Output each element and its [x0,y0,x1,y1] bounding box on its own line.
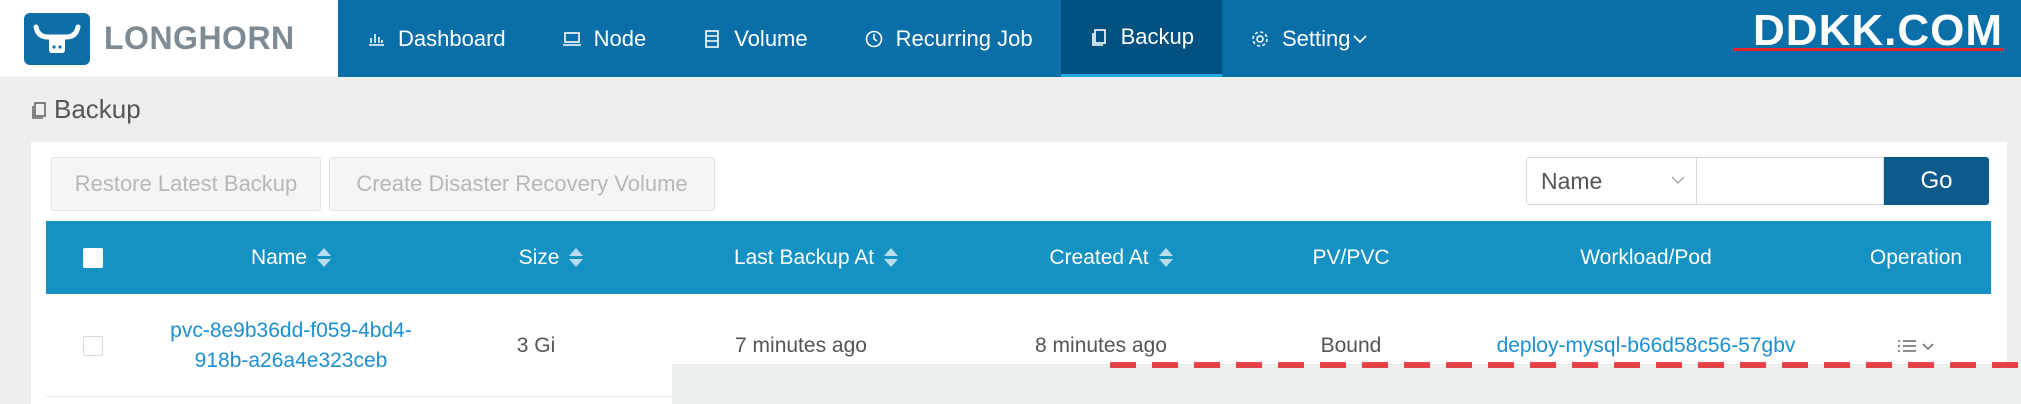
clock-icon [865,30,882,47]
brand[interactable]: LONGHORN [0,0,338,77]
list-menu-icon [1898,339,1916,352]
create-disaster-recovery-volume-button[interactable]: Create Disaster Recovery Volume [329,157,715,211]
nav-label-recurring-job: Recurring Job [895,25,1033,51]
row-checkbox[interactable] [83,336,103,356]
main-nav: Dashboard Node Volume Recurring Job Back… [338,0,1396,77]
nav-item-node[interactable]: Node [534,0,675,77]
chevron-down-icon [1922,342,1934,350]
column-header-last-backup-at[interactable]: Last Backup At [661,221,971,294]
nav-item-volume[interactable]: Volume [674,0,835,77]
copy-icon [1091,29,1106,46]
longhorn-logo-icon [24,12,90,65]
sort-icon [569,248,584,267]
table-header: Name Size Last Backup At Created At PV/P… [46,221,1991,294]
brand-name: LONGHORN [104,20,295,56]
sort-icon [1158,248,1173,267]
chevron-down-icon [1353,34,1368,43]
search-input[interactable] [1696,157,1884,205]
nav-item-backup[interactable]: Backup [1060,0,1222,77]
sort-icon [317,248,332,267]
nav-item-dashboard[interactable]: Dashboard [338,0,534,77]
sort-icon [884,248,899,267]
select-all-checkbox[interactable] [83,248,103,268]
bar-chart-icon [369,33,384,46]
filter-select[interactable]: Name [1526,157,1696,205]
top-navbar: LONGHORN Dashboard Node Volume Recurring… [0,0,2021,77]
watermark-strip [1110,362,2021,368]
nav-label-volume: Volume [734,25,808,51]
nav-label-setting: Setting [1281,25,1351,51]
database-icon [705,29,720,48]
chevron-down-icon [1671,176,1685,185]
nav-item-recurring-job[interactable]: Recurring Job [836,0,1061,77]
nav-item-setting[interactable]: Setting [1222,0,1397,77]
nav-label-dashboard: Dashboard [398,25,506,51]
column-header-created-at[interactable]: Created At [976,221,1246,294]
column-header-workload-pod: Workload/Pod [1580,245,1712,269]
column-header-name[interactable]: Name [166,221,416,294]
page-title: Backup [30,94,141,125]
copy-icon [32,101,46,119]
backup-name-link[interactable]: pvc-8e9b36dd-f059-4bd4- 918b-a26a4e323ceb [166,294,416,397]
nav-label-backup: Backup [1120,24,1194,49]
filter-select-value: Name [1541,167,1603,194]
cell-size: 3 Gi [516,333,556,357]
laptop-icon [562,31,581,46]
go-button[interactable]: Go [1884,157,1989,205]
overlay-panel [672,364,2021,404]
column-header-size[interactable]: Size [481,221,621,294]
page-title-text: Backup [54,94,141,124]
column-header-operation: Operation [1869,245,1963,269]
column-header-pv-pvc: PV/PVC [1312,245,1390,269]
nav-label-node: Node [593,25,647,51]
watermark-underline [1733,48,2003,51]
gear-icon [1252,30,1268,47]
restore-latest-backup-button[interactable]: Restore Latest Backup [51,157,321,211]
